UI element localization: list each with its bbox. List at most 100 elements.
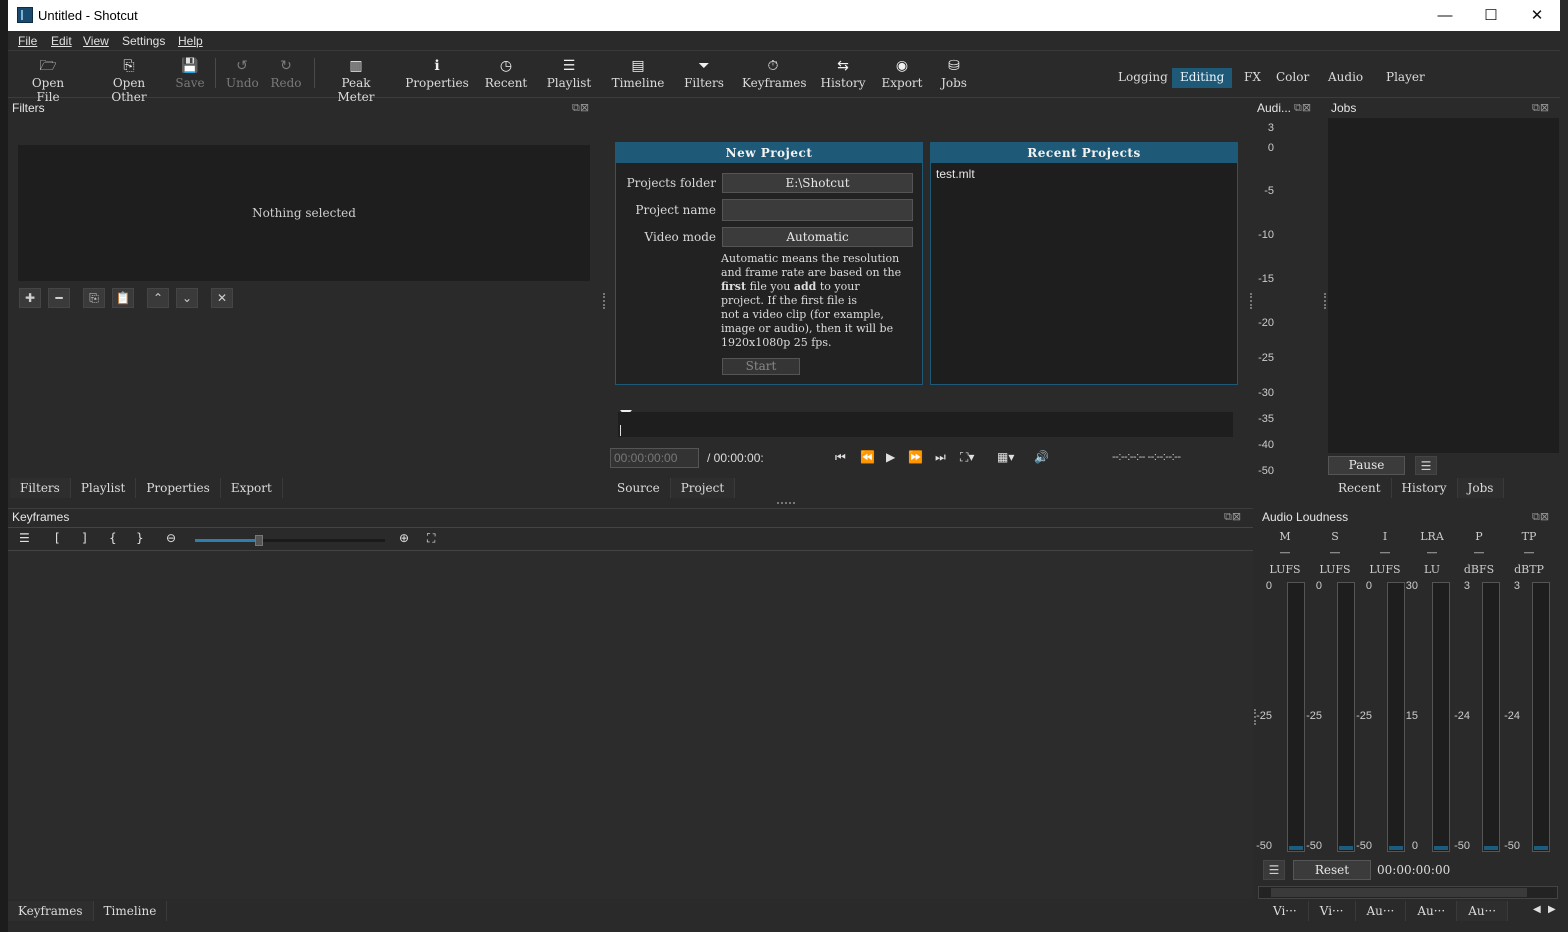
tab-audio-loudness[interactable]: Au··· bbox=[1457, 901, 1509, 921]
paste-filter-icon[interactable]: 📋 bbox=[112, 288, 134, 308]
move-down-icon[interactable]: ⌄ bbox=[176, 288, 198, 308]
desc-text: file you bbox=[746, 280, 794, 293]
tab-video-histogram[interactable]: Vi··· bbox=[1309, 901, 1356, 921]
open-file-button[interactable]: 🗁 Open File bbox=[20, 56, 76, 104]
redo-button[interactable]: ↻ Redo bbox=[270, 56, 302, 90]
keyframes-menu-icon[interactable]: ☰ bbox=[19, 531, 30, 545]
stopwatch-icon: ⏱ bbox=[767, 58, 779, 74]
menu-help[interactable]: Help bbox=[178, 34, 203, 48]
filters-button[interactable]: ⏷ Filters bbox=[680, 56, 728, 90]
move-up-icon[interactable]: ⌃ bbox=[147, 288, 169, 308]
save-button[interactable]: 💾 Save bbox=[173, 56, 207, 90]
splitter-handle[interactable] bbox=[1324, 293, 1326, 309]
timeline-button[interactable]: ▤ Timeline bbox=[611, 56, 665, 90]
maximize-button[interactable]: ☐ bbox=[1468, 0, 1514, 31]
zoom-fit-icon[interactable]: ⛶ bbox=[427, 531, 435, 546]
layout-editing[interactable]: Editing bbox=[1172, 68, 1233, 88]
menu-file[interactable]: File bbox=[18, 34, 37, 48]
reset-button[interactable]: Reset bbox=[1293, 860, 1371, 880]
panel-float-close-icon[interactable]: ⧉⊠ bbox=[1224, 510, 1241, 524]
layout-logging[interactable]: Logging bbox=[1110, 68, 1176, 88]
tab-properties[interactable]: Properties bbox=[136, 478, 221, 498]
scrubber-bar[interactable] bbox=[618, 412, 1233, 437]
menu-edit[interactable]: Edit bbox=[51, 34, 72, 48]
export-button[interactable]: ◉ Export bbox=[880, 56, 924, 90]
zoom-fit-icon[interactable]: ⛶▾ bbox=[960, 450, 974, 465]
keyframes-button[interactable]: ⏱ Keyframes bbox=[742, 56, 807, 90]
projects-folder-button[interactable]: E:\Shotcut bbox=[722, 173, 913, 193]
menu-settings[interactable]: Settings bbox=[122, 34, 165, 48]
menu-view[interactable]: View bbox=[83, 34, 109, 48]
layout-fx[interactable]: FX bbox=[1236, 68, 1269, 88]
horizontal-scrollbar[interactable] bbox=[1258, 886, 1558, 899]
tab-keyframes[interactable]: Keyframes bbox=[8, 901, 94, 921]
set-filter-out-icon[interactable]: } bbox=[136, 531, 144, 545]
set-filter-in-icon[interactable]: { bbox=[109, 531, 117, 545]
minimize-button[interactable]: — bbox=[1422, 0, 1468, 31]
playlist-label: Playlist bbox=[546, 76, 592, 90]
jobs-menu-icon[interactable]: ☰ bbox=[1415, 456, 1437, 475]
skip-next-icon[interactable]: ⏭ bbox=[935, 450, 946, 465]
splitter-handle[interactable] bbox=[777, 502, 795, 504]
set-out-icon[interactable]: ] bbox=[82, 531, 87, 545]
panel-float-close-icon[interactable]: ⧉⊠ bbox=[1294, 101, 1311, 115]
video-mode-select[interactable]: Automatic bbox=[722, 227, 913, 247]
tab-source[interactable]: Source bbox=[607, 478, 671, 498]
tab-timeline[interactable]: Timeline bbox=[94, 901, 168, 921]
tab-filters[interactable]: Filters bbox=[10, 478, 71, 498]
splitter-handle[interactable] bbox=[603, 293, 605, 309]
tab-project[interactable]: Project bbox=[670, 478, 736, 498]
tab-playlist[interactable]: Playlist bbox=[71, 478, 137, 498]
pause-jobs-button[interactable]: Pause bbox=[1328, 456, 1405, 475]
panel-float-close-icon[interactable]: ⧉⊠ bbox=[1532, 101, 1549, 115]
recent-button[interactable]: ◷ Recent bbox=[484, 56, 528, 90]
tab-audio-spectrum[interactable]: Au··· bbox=[1356, 901, 1407, 921]
tab-scroll-left-icon[interactable]: ◀ bbox=[1533, 904, 1541, 915]
zoom-in-icon[interactable]: ⊕ bbox=[399, 531, 409, 545]
history-button[interactable]: ⇆ History bbox=[818, 56, 868, 90]
project-name-input[interactable] bbox=[722, 199, 913, 221]
layout-color[interactable]: Color bbox=[1268, 68, 1317, 88]
copy-filter-icon[interactable]: ⎘ bbox=[83, 288, 105, 308]
tab-history[interactable]: History bbox=[1392, 478, 1458, 498]
timecode-input[interactable]: 00:00:00:00 bbox=[610, 448, 699, 468]
tab-audio-waveform[interactable]: Au··· bbox=[1406, 901, 1458, 921]
loudness-menu-icon[interactable]: ☰ bbox=[1263, 860, 1285, 880]
fast-forward-icon[interactable]: ⏩ bbox=[908, 450, 923, 464]
undo-button[interactable]: ↺ Undo bbox=[226, 56, 259, 90]
zoom-slider-track[interactable] bbox=[195, 535, 385, 546]
zoom-out-icon[interactable]: ⊖ bbox=[166, 531, 176, 545]
filters-list[interactable]: Nothing selected bbox=[18, 145, 590, 281]
tab-recent[interactable]: Recent bbox=[1328, 478, 1392, 498]
start-button[interactable]: Start bbox=[722, 358, 800, 375]
tab-scroll-right-icon[interactable]: ▶ bbox=[1548, 904, 1556, 915]
volume-icon[interactable]: 🔊 bbox=[1034, 450, 1049, 464]
panel-float-close-icon[interactable]: ⧉⊠ bbox=[572, 101, 589, 115]
rewind-icon[interactable]: ⏪ bbox=[860, 450, 875, 464]
close-window-button[interactable]: ✕ bbox=[1514, 0, 1560, 31]
open-other-button[interactable]: ⎘ Open Other bbox=[94, 56, 164, 104]
skip-previous-icon[interactable]: ⏮ bbox=[835, 450, 846, 465]
jobs-list[interactable] bbox=[1328, 118, 1559, 453]
jobs-button[interactable]: ⛁ Jobs bbox=[936, 56, 972, 90]
scrollbar-thumb[interactable] bbox=[1271, 888, 1527, 897]
zoom-slider-handle[interactable] bbox=[255, 535, 263, 546]
properties-button[interactable]: ℹ Properties bbox=[404, 56, 470, 90]
keyframes-area[interactable] bbox=[8, 551, 1253, 899]
splitter-handle[interactable] bbox=[1250, 293, 1252, 309]
recent-project-item[interactable]: test.mlt bbox=[936, 167, 975, 181]
panel-float-close-icon[interactable]: ⧉⊠ bbox=[1532, 510, 1549, 524]
deselect-filter-icon[interactable]: ✕ bbox=[211, 288, 233, 308]
tab-jobs[interactable]: Jobs bbox=[1457, 478, 1505, 498]
add-filter-button[interactable]: ✚ bbox=[19, 288, 41, 308]
layout-player[interactable]: Player bbox=[1378, 68, 1433, 88]
remove-filter-button[interactable]: ━ bbox=[48, 288, 70, 308]
play-icon[interactable]: ▶ bbox=[886, 450, 895, 464]
layout-audio[interactable]: Audio bbox=[1320, 68, 1371, 88]
tab-video-waveform[interactable]: Vi··· bbox=[1262, 901, 1309, 921]
tab-export[interactable]: Export bbox=[221, 478, 283, 498]
grid-icon[interactable]: ▦▾ bbox=[997, 450, 1014, 464]
playlist-button[interactable]: ☰ Playlist bbox=[542, 56, 596, 90]
peak-meter-button[interactable]: ▥ Peak Meter bbox=[324, 56, 388, 104]
set-in-icon[interactable]: [ bbox=[55, 531, 60, 545]
